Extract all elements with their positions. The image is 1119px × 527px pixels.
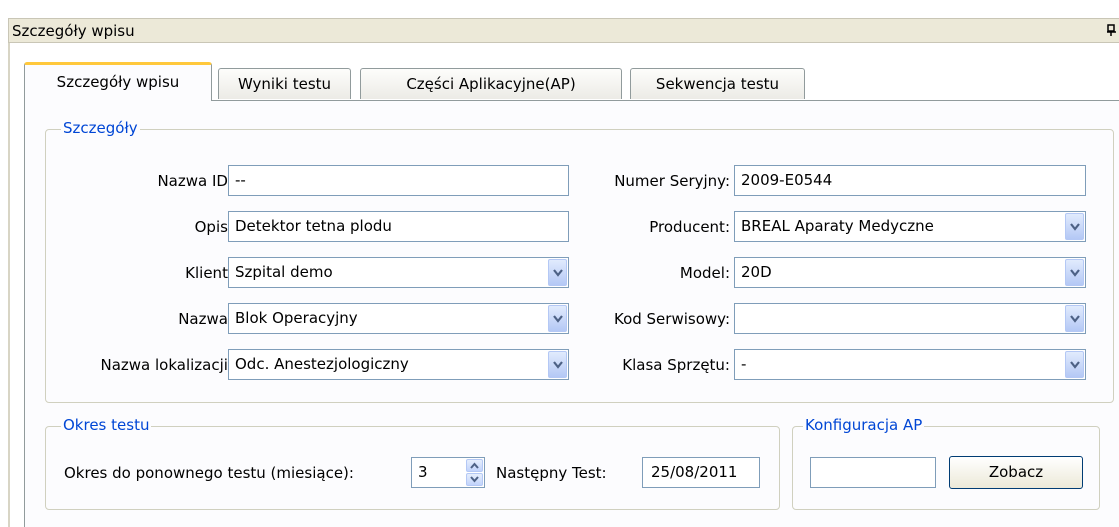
- spin-up-icon[interactable]: [466, 459, 483, 472]
- serial-number-input[interactable]: 2009-E0544: [734, 165, 1086, 196]
- manufacturer-select-value: BREAL Aparaty Medyczne: [741, 217, 934, 235]
- client-select[interactable]: Szpital demo: [228, 257, 569, 288]
- location-select[interactable]: Odc. Anestezjologiczny: [228, 349, 569, 380]
- tab-label: Sekwencja testu: [655, 75, 780, 93]
- spin-buttons[interactable]: [466, 459, 483, 486]
- field-label: Producent:: [649, 218, 730, 236]
- tab-applied-parts[interactable]: Części Aplikacyjne(AP): [360, 68, 622, 99]
- service-code-select[interactable]: [734, 303, 1086, 334]
- field-label: Klient:: [185, 264, 233, 282]
- client-select-value: Szpital demo: [235, 263, 333, 281]
- field-label: Kod Serwisowy:: [613, 310, 730, 328]
- test-period-legend: Okres testu: [61, 416, 152, 434]
- name-select[interactable]: Blok Operacyjny: [228, 303, 569, 334]
- ap-config-input[interactable]: [810, 457, 936, 488]
- model-select-value: 20D: [741, 263, 772, 281]
- manufacturer-select[interactable]: BREAL Aparaty Medyczne: [734, 211, 1086, 242]
- name-select-value: Blok Operacyjny: [235, 309, 358, 327]
- chevron-down-icon[interactable]: [1065, 259, 1084, 286]
- test-period-group: Okres testu Okres do ponownego testu (mi…: [45, 416, 780, 510]
- chevron-down-icon[interactable]: [1065, 305, 1084, 332]
- ap-config-legend: Konfiguracja AP: [803, 416, 925, 434]
- location-select-value: Odc. Anestezjologiczny: [235, 355, 409, 373]
- chevron-down-icon[interactable]: [548, 305, 567, 332]
- field-label: Klasa Sprzętu:: [622, 356, 730, 374]
- next-test-label: Następny Test:: [496, 464, 607, 482]
- next-test-date-field[interactable]: 25/08/2011: [642, 457, 760, 488]
- field-label: Nazwa lokalizacji:: [100, 356, 233, 374]
- id-name-input[interactable]: --: [228, 165, 569, 196]
- ap-config-group: Konfiguracja AP Zobacz: [792, 416, 1100, 510]
- model-select[interactable]: 20D: [734, 257, 1086, 288]
- description-input[interactable]: Detektor tetna plodu: [228, 211, 569, 242]
- chevron-down-icon[interactable]: [548, 259, 567, 286]
- tab-label: Wyniki testu: [237, 75, 332, 93]
- details-legend: Szczegóły: [61, 119, 140, 137]
- window-title: Szczegóły wpisu: [12, 22, 135, 40]
- spin-down-icon[interactable]: [466, 473, 483, 486]
- period-label: Okres do ponownego testu (miesiące):: [64, 464, 354, 482]
- chevron-down-icon[interactable]: [1065, 351, 1084, 378]
- equipment-class-select[interactable]: -: [734, 349, 1086, 380]
- period-stepper[interactable]: 3: [411, 457, 485, 488]
- chevron-down-icon[interactable]: [548, 351, 567, 378]
- tab-test-results[interactable]: Wyniki testu: [218, 68, 351, 99]
- field-label: Numer Seryjny:: [614, 172, 730, 190]
- tab-test-sequence[interactable]: Sekwencja testu: [630, 68, 805, 99]
- field-label: Nazwa ID:: [157, 172, 233, 190]
- pin-icon[interactable]: [1107, 24, 1117, 36]
- field-label: Model:: [679, 264, 730, 282]
- view-button[interactable]: Zobacz: [949, 456, 1083, 489]
- period-stepper-value: 3: [418, 463, 428, 481]
- equipment-class-select-value: -: [741, 355, 747, 373]
- tab-entry-details[interactable]: Szczegóły wpisu: [24, 62, 212, 101]
- window-left-edge: [8, 43, 10, 527]
- tab-panel: Szczegóły Nazwa ID: -- Opis: Detektor te…: [24, 100, 1119, 527]
- tab-label: Szczegóły wpisu: [56, 73, 180, 91]
- details-group: Szczegóły Nazwa ID: -- Opis: Detektor te…: [45, 119, 1114, 403]
- tab-label: Części Aplikacyjne(AP): [406, 75, 576, 93]
- window-titlebar: Szczegóły wpisu: [8, 18, 1119, 43]
- field-label: Nazwa:: [178, 310, 233, 328]
- chevron-down-icon[interactable]: [1065, 213, 1084, 240]
